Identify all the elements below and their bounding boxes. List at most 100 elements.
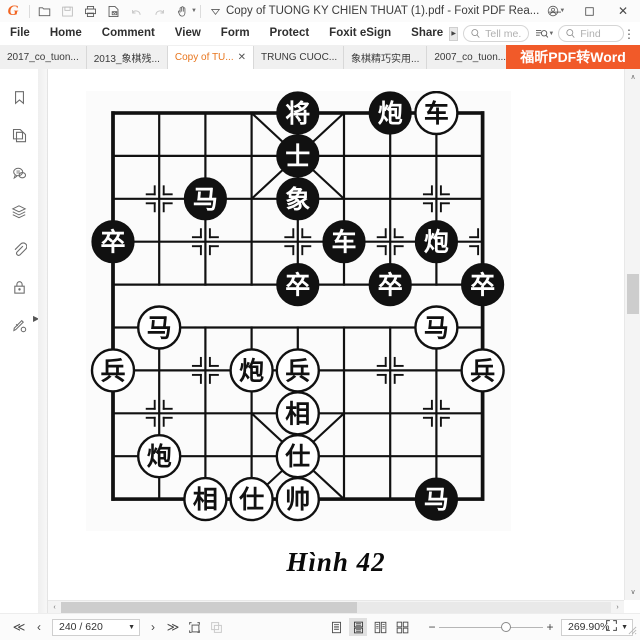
single-page-mode-button[interactable] bbox=[327, 618, 345, 636]
menu-item-share[interactable]: Share bbox=[401, 22, 453, 45]
menu-item-file[interactable]: File bbox=[0, 22, 40, 45]
page-dropdown-caret-icon[interactable]: ▼ bbox=[128, 624, 135, 631]
board-piece: 车 bbox=[414, 91, 459, 136]
menu-overflow-icon[interactable]: ▶ bbox=[449, 26, 459, 41]
layers-icon[interactable] bbox=[8, 201, 30, 221]
svg-text:炮: 炮 bbox=[424, 228, 449, 257]
status-bar: ≪ ‹ 240 / 620 ▼ › ≫ − + 269.90% ▼ bbox=[0, 613, 640, 640]
previous-page-button[interactable]: ‹ bbox=[30, 618, 48, 636]
horizontal-scroll-thumb[interactable] bbox=[61, 602, 357, 613]
tell-me-search[interactable]: Tell me. bbox=[463, 25, 530, 42]
document-viewport[interactable]: 将炮车士马象卒车炮卒卒卒马马兵炮兵兵相炮仕相仕帅马 Hình 42 bbox=[48, 69, 624, 613]
svg-text:卒: 卒 bbox=[378, 271, 403, 300]
facing-continuous-mode-button[interactable] bbox=[393, 618, 411, 636]
svg-text:将: 将 bbox=[285, 99, 310, 128]
board-piece: 兵 bbox=[460, 348, 505, 393]
search-options-button[interactable]: ▼ bbox=[535, 28, 554, 40]
scroll-up-icon[interactable]: ∧ bbox=[625, 69, 640, 85]
tell-me-placeholder: Tell me. bbox=[485, 27, 522, 40]
snapshot-icon[interactable] bbox=[184, 618, 204, 636]
svg-text:士: 士 bbox=[285, 142, 310, 171]
page-thumbnails-icon[interactable] bbox=[8, 125, 30, 145]
view-mode-group bbox=[327, 618, 411, 636]
board-piece: 炮 bbox=[368, 91, 412, 135]
bookmark-icon[interactable] bbox=[8, 87, 30, 107]
resize-grip-icon[interactable] bbox=[628, 626, 637, 637]
first-page-button[interactable]: ≪ bbox=[10, 618, 28, 636]
email-icon[interactable] bbox=[102, 1, 124, 21]
save-icon[interactable] bbox=[56, 1, 78, 21]
zoom-level-input[interactable]: 269.90% ▼ bbox=[561, 618, 633, 636]
tab-2007-co-tuon[interactable]: 2007_co_tuon... bbox=[427, 46, 515, 69]
tab-xiangqi-jingqiao[interactable]: 象棋精巧实用... bbox=[344, 46, 428, 69]
undo-icon[interactable] bbox=[125, 1, 147, 21]
redo-icon[interactable] bbox=[148, 1, 170, 21]
vertical-scroll-thumb[interactable] bbox=[627, 274, 639, 314]
figure-caption: Hình 42 bbox=[286, 547, 386, 577]
menu-item-home[interactable]: Home bbox=[40, 22, 92, 45]
security-icon[interactable] bbox=[8, 277, 30, 297]
menu-item-form[interactable]: Form bbox=[211, 22, 260, 45]
rail-splitter[interactable] bbox=[38, 69, 48, 613]
hand-tool-icon[interactable] bbox=[171, 1, 193, 21]
attachments-icon[interactable] bbox=[8, 239, 30, 259]
minimize-button[interactable]: — bbox=[538, 0, 572, 22]
xiangqi-board: 将炮车士马象卒车炮卒卒卒马马兵炮兵兵相炮仕相仕帅马 bbox=[86, 91, 511, 531]
next-page-button[interactable]: › bbox=[144, 618, 162, 636]
menu-item-foxit-esign[interactable]: Foxit eSign bbox=[319, 22, 401, 45]
svg-text:兵: 兵 bbox=[100, 356, 125, 385]
board-piece: 将 bbox=[276, 91, 320, 135]
close-button[interactable]: ✕ bbox=[606, 0, 640, 22]
svg-text:相: 相 bbox=[285, 399, 310, 428]
tab-trung-cuoc[interactable]: TRUNG CUOC... bbox=[254, 46, 345, 69]
last-page-button[interactable]: ≫ bbox=[164, 618, 182, 636]
menu-item-protect[interactable]: Protect bbox=[260, 22, 320, 45]
menu-item-comment[interactable]: Comment bbox=[92, 22, 165, 45]
horizontal-scroll-track[interactable] bbox=[357, 602, 611, 613]
horizontal-scrollbar[interactable]: ‹ › bbox=[48, 600, 624, 613]
comments-icon[interactable] bbox=[8, 163, 30, 183]
tab-2013-xiangqi[interactable]: 2013_象棋残... bbox=[86, 46, 168, 69]
zoom-slider-handle[interactable] bbox=[501, 622, 511, 632]
menu-item-view[interactable]: View bbox=[165, 22, 211, 45]
tab-copy-of-tuong-ky[interactable]: Copy of TU... ✕ bbox=[167, 46, 255, 69]
board-piece: 相 bbox=[183, 476, 228, 522]
board-piece: 兵 bbox=[90, 348, 136, 393]
tab-2017-co-tuon[interactable]: 2017_co_tuon... bbox=[0, 46, 87, 69]
board-piece: 仕 bbox=[229, 476, 274, 522]
tab-label: 象棋精巧实用... bbox=[351, 54, 420, 65]
hand-tool-caret-icon[interactable]: ▼ bbox=[191, 8, 197, 14]
maximize-button[interactable] bbox=[572, 0, 606, 22]
vertical-scrollbar[interactable]: ∧ ∨ bbox=[624, 69, 640, 600]
ad-banner[interactable]: 福昕PDF转Word bbox=[506, 45, 640, 69]
document-title-area: Copy of TUONG KY CHIEN THUAT (1).pdf - F… bbox=[210, 5, 539, 17]
board-piece: 士 bbox=[276, 134, 320, 178]
copy-icon[interactable] bbox=[206, 618, 226, 636]
svg-text:马: 马 bbox=[193, 185, 218, 214]
tab-close-icon[interactable]: ✕ bbox=[238, 52, 246, 63]
more-options-icon[interactable]: ⋮ bbox=[623, 27, 635, 41]
zoom-out-button[interactable]: − bbox=[425, 620, 439, 634]
zoom-in-button[interactable]: + bbox=[543, 620, 557, 634]
board-piece: 车 bbox=[322, 220, 366, 264]
print-icon[interactable] bbox=[79, 1, 101, 21]
zoom-slider[interactable] bbox=[439, 620, 543, 634]
continuous-page-mode-button[interactable] bbox=[349, 618, 367, 636]
board-piece: 卒 bbox=[91, 220, 135, 264]
svg-text:帅: 帅 bbox=[285, 485, 310, 514]
page-number-input[interactable]: 240 / 620 ▼ bbox=[52, 618, 140, 636]
search-options-caret-icon[interactable]: ▼ bbox=[548, 31, 554, 37]
signatures-icon[interactable] bbox=[8, 315, 30, 335]
fit-page-button[interactable] bbox=[605, 619, 618, 635]
facing-page-mode-button[interactable] bbox=[371, 618, 389, 636]
zoom-level-value: 269.90% bbox=[568, 621, 610, 633]
zoom-dropdown-caret-icon[interactable]: ▼ bbox=[621, 624, 628, 631]
svg-text:马: 马 bbox=[147, 314, 172, 343]
zoom-controls: − + 269.90% ▼ bbox=[425, 618, 633, 636]
board-piece: 卒 bbox=[276, 263, 320, 307]
search-icon bbox=[471, 29, 480, 38]
find-input[interactable]: Find bbox=[558, 25, 624, 42]
open-file-icon[interactable] bbox=[33, 1, 55, 21]
board-piece: 帅 bbox=[275, 476, 321, 522]
scroll-down-icon[interactable]: ∨ bbox=[625, 584, 640, 600]
